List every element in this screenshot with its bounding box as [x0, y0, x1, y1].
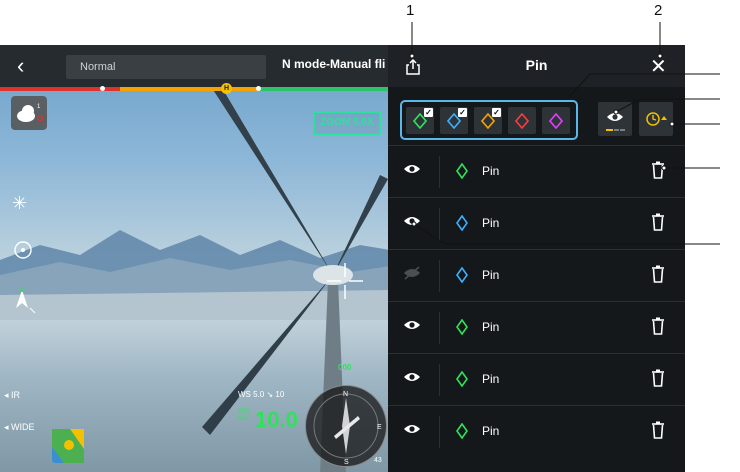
diamond-pin-icon — [456, 371, 468, 387]
callout-2: 2 — [654, 2, 663, 19]
trash-icon[interactable] — [651, 421, 665, 439]
pin-label: Pin — [482, 424, 500, 438]
sort-button[interactable] — [639, 102, 673, 136]
trash-icon[interactable] — [651, 161, 665, 179]
pin-label: Pin — [482, 320, 500, 334]
pin-row[interactable]: Pin — [388, 249, 685, 302]
pin-label: Pin — [482, 216, 500, 230]
color-filter-group: ✓ ✓ ✓ — [400, 100, 578, 140]
aircraft-location-icon[interactable] — [14, 288, 36, 319]
trash-icon[interactable] — [651, 213, 665, 231]
heading-value: 43 — [374, 457, 382, 464]
pin-row[interactable]: Pin — [388, 197, 685, 250]
camera-view[interactable]: ‹ Normal N mode-Manual fli H 1 ZOOM 5.0X… — [0, 45, 390, 472]
pin-label: Pin — [482, 268, 500, 282]
pin-row[interactable]: Pin — [388, 405, 685, 458]
speed-unit-top: SPD — [238, 409, 251, 415]
trash-icon[interactable] — [651, 317, 665, 335]
eye-icon[interactable] — [403, 370, 421, 384]
trash-icon[interactable] — [651, 265, 665, 283]
ir-label: IR — [11, 390, 21, 400]
sun-exposure-icon[interactable]: ✳ — [12, 193, 27, 214]
color-filter-green[interactable]: ✓ — [406, 107, 434, 134]
right-margin — [685, 45, 740, 472]
diamond-pin-icon — [456, 215, 468, 231]
diamond-pin-icon — [456, 163, 468, 179]
diamond-pin-icon — [456, 319, 468, 335]
close-icon[interactable]: ✕ — [650, 57, 667, 77]
svg-text:N: N — [343, 391, 348, 398]
wind-speed-label: WS 5.0 — [238, 390, 265, 399]
wide-label: WIDE — [11, 422, 35, 432]
wind-speed-value: 10 — [275, 390, 285, 399]
pin-label: Pin — [482, 372, 500, 386]
ir-lens-button[interactable]: ◂ IR — [4, 390, 20, 401]
eye-icon — [607, 113, 623, 121]
callout-1: 1 — [406, 2, 415, 19]
home-point-badge: H — [221, 83, 232, 94]
map-icon[interactable] — [52, 429, 84, 463]
zoom-indicator[interactable]: ZOOM 5.0X — [313, 111, 381, 135]
eye-icon[interactable] — [403, 422, 421, 436]
eye-icon[interactable] — [403, 162, 421, 176]
svg-text:1: 1 — [37, 104, 41, 110]
eye-hidden-icon[interactable] — [403, 266, 421, 280]
visibility-toggle-button[interactable] — [598, 102, 632, 136]
compass-widget: N E S — [305, 385, 387, 467]
color-filter-purple[interactable] — [542, 107, 570, 134]
speed-value: 10.0 — [255, 407, 298, 432]
sort-icon — [646, 112, 667, 126]
pin-panel-title: Pin — [525, 57, 548, 73]
pin-panel: Pin ✕ ✓ ✓ ✓ Pin Pin Pin Pin Pin Pin — [388, 45, 685, 472]
svg-text:E: E — [377, 424, 382, 431]
color-filter-orange[interactable]: ✓ — [474, 107, 502, 134]
altitude-value: 000 — [338, 363, 352, 372]
app-screen: ‹ Normal N mode-Manual fli H 1 ZOOM 5.0X… — [0, 45, 740, 472]
trash-icon[interactable] — [651, 369, 665, 387]
mode-selector[interactable]: Normal — [66, 55, 266, 79]
eye-icon[interactable] — [403, 318, 421, 332]
diamond-pin-icon — [456, 423, 468, 439]
pin-row[interactable]: Pin — [388, 301, 685, 354]
battery-progress-bar — [0, 86, 390, 91]
pin-row[interactable]: Pin — [388, 145, 685, 198]
svg-text:S: S — [344, 459, 349, 466]
crosshair-icon — [327, 263, 363, 299]
diamond-pin-icon — [456, 267, 468, 283]
wind-speed-readout: WS 5.0 ↘ 10 — [238, 390, 285, 399]
wide-lens-button[interactable]: ◂ WIDE — [4, 422, 35, 433]
pin-label: Pin — [482, 164, 500, 178]
eye-icon[interactable] — [403, 214, 421, 228]
color-filter-blue[interactable]: ✓ — [440, 107, 468, 134]
weather-cloud-icon[interactable]: 1 — [11, 96, 47, 130]
pin-row[interactable]: Pin — [388, 353, 685, 406]
speed-unit: SPD m/s — [238, 409, 250, 423]
color-filter-red[interactable] — [508, 107, 536, 134]
speed-unit-bottom: m/s — [238, 416, 248, 422]
flight-mode-title: N mode-Manual fli — [282, 57, 386, 71]
share-icon[interactable] — [405, 59, 421, 75]
target-lock-icon[interactable] — [13, 240, 33, 265]
chevron-left-icon[interactable]: ‹ — [17, 54, 24, 78]
